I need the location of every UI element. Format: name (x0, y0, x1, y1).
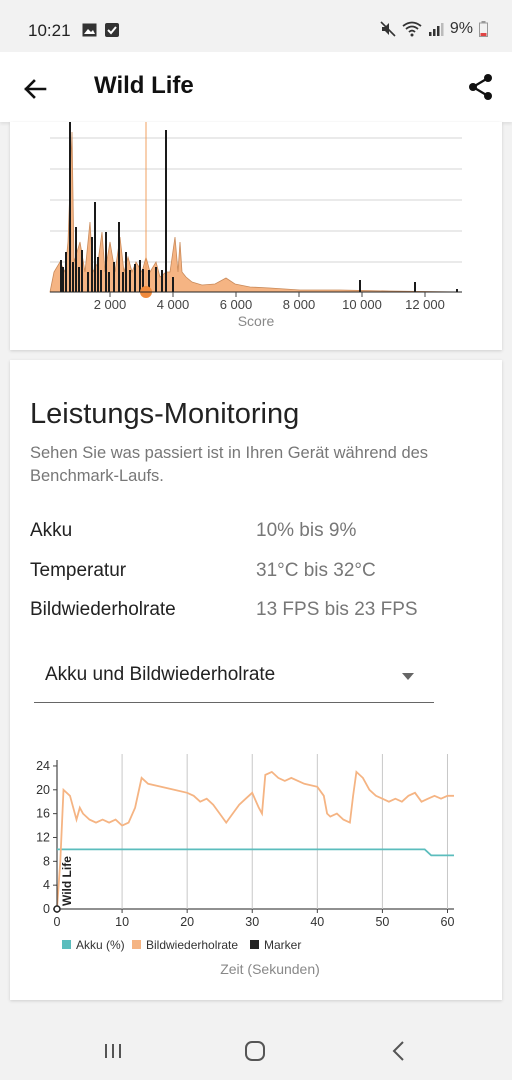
app-bar: Wild Life (0, 52, 512, 122)
chart-marker-label: Wild Life (60, 856, 74, 906)
stat-value: 10% bis 9% (256, 520, 357, 541)
chart-legend: Akku (%) Bildwiederholrate Marker (62, 938, 301, 952)
histogram-x-tick-label: 10 000 (342, 297, 382, 312)
status-time: 10:21 (28, 21, 71, 40)
stat-row-framerate: Bildwiederholrate 13 FPS bis 23 FPS (30, 599, 490, 621)
chart-y-tick-label: 0 (43, 902, 50, 916)
chart-x-tick-label: 20 (180, 915, 194, 929)
check-box-icon (105, 23, 119, 37)
chart-y-tick-label: 8 (43, 854, 50, 868)
series-akku-line (57, 848, 454, 857)
stat-row-battery: Akku 10% bis 9% (30, 520, 490, 542)
chart-metric-dropdown[interactable]: Akku und Bildwiederholrate (34, 650, 434, 703)
stat-row-temperature: Temperatur 31°C bis 32°C (30, 560, 490, 582)
legend-swatch (132, 940, 141, 949)
battery-percent: 9% (449, 20, 473, 37)
histogram-x-tick-label: 4 000 (157, 297, 190, 312)
chart-y-tick-label: 4 (43, 878, 50, 892)
stat-value: 13 FPS bis 23 FPS (256, 599, 418, 620)
dropdown-arrow-icon (402, 673, 414, 680)
chart-x-tick-label: 30 (245, 915, 259, 929)
stat-label: Akku (30, 520, 73, 541)
stat-label: Bildwiederholrate (30, 599, 176, 620)
score-histogram-card: 2 000 4 000 6 000 8 000 10 000 12 000 Score (10, 122, 502, 350)
chart-y-tick-label: 20 (36, 783, 50, 797)
page-title: Wild Life (94, 72, 194, 99)
chart-y-tick-label: 24 (36, 759, 50, 773)
gallery-icon (82, 23, 97, 37)
wifi-icon (402, 21, 422, 37)
chart-x-tick-label: 0 (54, 915, 61, 929)
chart-xlabel: Zeit (Sekunden) (220, 961, 320, 977)
chart-x-tick-label: 50 (375, 915, 389, 929)
score-histogram: 2 000 4 000 6 000 8 000 10 000 12 000 Score (49, 122, 463, 329)
chart-x-tick-label: 60 (441, 915, 455, 929)
performance-monitoring-card: Leistungs-Monitoring Sehen Sie was passi… (10, 360, 502, 1000)
legend-swatch (250, 940, 259, 949)
legend-label: Akku (%) (76, 938, 125, 952)
nav-back-icon[interactable] (384, 1036, 414, 1066)
signal-icon (428, 23, 444, 36)
system-nav-bar (0, 1020, 512, 1080)
histogram-xlabel: Score (238, 313, 275, 329)
dropdown-selected-value: Akku und Bildwiederholrate (45, 664, 276, 685)
histogram-x-tick-label: 2 000 (94, 297, 127, 312)
home-icon[interactable] (240, 1036, 270, 1066)
legend-label: Marker (264, 938, 301, 952)
series-framerate-line (56, 770, 454, 910)
section-description: Sehen Sie was passiert ist in Ihren Gerä… (30, 444, 429, 485)
section-heading: Leistungs-Monitoring (30, 398, 300, 430)
histogram-x-tick-label: 8 000 (283, 297, 316, 312)
back-arrow-icon[interactable] (20, 74, 50, 104)
legend-swatch (62, 940, 71, 949)
chart-y-tick-label: 12 (36, 830, 50, 844)
histogram-x-tick-label: 12 000 (405, 297, 445, 312)
recents-icon[interactable] (98, 1036, 128, 1066)
monitoring-line-chart: 0 4 8 12 16 20 24 0 10 20 30 40 50 60 Wild Life Akku… (36, 754, 455, 977)
chart-x-tick-label: 40 (310, 915, 324, 929)
stat-value: 31°C bis 32°C (256, 560, 376, 581)
battery-icon (479, 21, 488, 37)
chart-y-tick-label: 16 (36, 807, 50, 821)
mute-icon (380, 21, 396, 37)
histogram-x-tick-label: 6 000 (220, 297, 253, 312)
stat-label: Temperatur (30, 560, 127, 581)
share-icon[interactable] (466, 72, 496, 102)
chart-x-tick-label: 10 (115, 915, 129, 929)
legend-label: Bildwiederholrate (146, 938, 238, 952)
histogram-fill-area (49, 131, 463, 293)
